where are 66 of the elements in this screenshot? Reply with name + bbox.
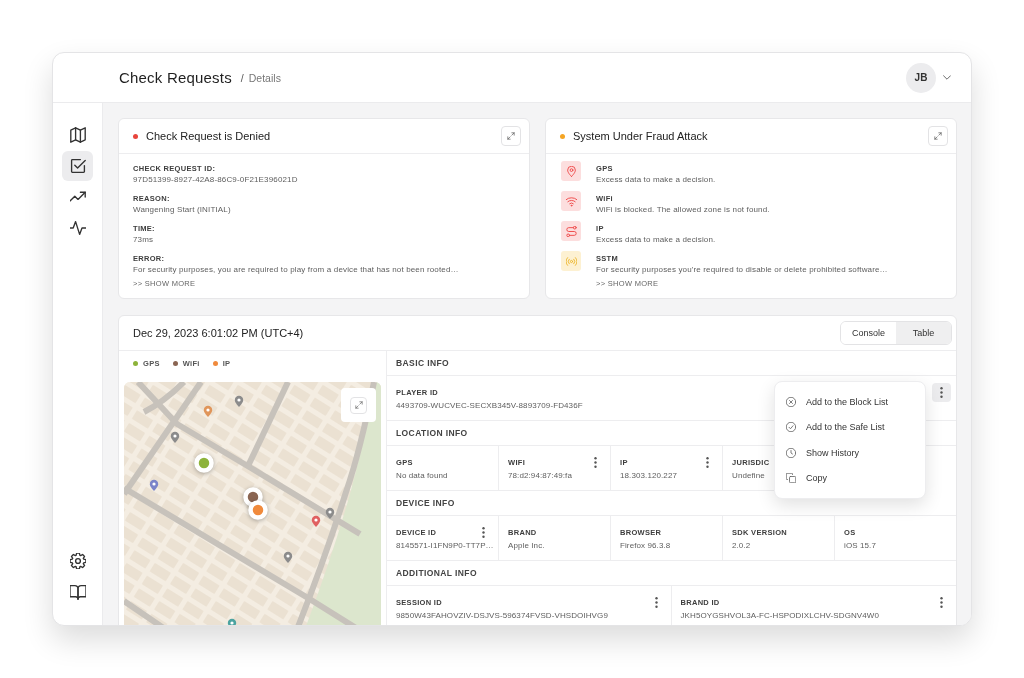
section-title: BASIC INFO [396,358,450,368]
map-pin-icon [283,551,293,563]
check-circle-icon [786,422,796,433]
map-pin-icon [325,507,335,519]
field-value: 73ms [133,234,154,245]
field-value: Undefine [732,470,765,481]
book-icon [69,584,86,600]
map-pin-icon [170,431,180,443]
pulse-icon [69,220,86,236]
menu-item[interactable]: Show History [775,440,925,466]
clock-icon [786,447,796,458]
breadcrumb-separator: / [240,71,244,84]
field-value: 4493709-WUCVEC-SECXB345V-8893709-FD436F [396,400,583,411]
field-value: Firefox 96.3.8 [620,540,671,551]
field-value: Wangening Start (INITIAL) [133,204,231,215]
field-value: 8145571-I1FN9P0-TT7P… [396,540,494,551]
more-icon [940,597,943,608]
menu-item[interactable]: Copy [775,465,925,491]
expand-icon [354,401,363,409]
expand-button[interactable] [928,126,948,146]
section-title: ADDITIONAL INFO [396,568,477,578]
nav-button[interactable] [62,151,93,181]
breadcrumb-item: Details [248,71,281,84]
section-title: LOCATION INFO [396,428,468,438]
field-value: 78:d2:94:87:49:fa [508,470,572,481]
section-title: DEVICE INFO [396,498,455,508]
more-icon [594,457,597,468]
more-icon [482,527,485,538]
map-pin-icon [234,395,244,407]
checkbox-icon [69,158,86,174]
field-value: JKH5OYGSHVOL3A-FC-HSPODIXLCHV-SDGNV4W0 [680,610,879,621]
map-pin-icon [203,405,213,417]
field-value: 2.0.2 [732,540,751,551]
alert-text: WiFi is blocked. The allowed zone is not found. [596,204,770,215]
expand-button[interactable] [501,126,521,146]
copy-icon [786,473,796,484]
field-value: iOS 15.7 [844,540,876,551]
field-value: No data found [396,470,448,481]
expand-icon [934,132,942,140]
card-title: System Under Fraud Attack [573,130,708,142]
field-value: 97D51399-8927-42A8-86C9-0F21E396021D [133,174,298,185]
timestamp: Dec 29, 2023 6:01:02 PM (UTC+4) [133,327,304,339]
user-avatar[interactable]: JB [906,62,936,93]
more-icon [654,597,658,608]
field-value: 18.303.120.227 [620,470,677,481]
map-icon [69,127,86,143]
field-value: For security purposes, you are required to play from a device that has not been rooted… [133,264,459,275]
menu-item[interactable]: Add to the Safe List [775,414,925,440]
chevron-down-icon[interactable] [943,75,951,80]
card-title: Check Request is Denied [146,130,271,142]
page-title: Check Requests [119,69,232,86]
more-button[interactable] [932,383,951,402]
settings-icon [69,553,86,569]
x-circle-icon [786,396,796,407]
alert-text: Excess data to make a decision. [596,234,716,245]
field-value: Apple Inc. [508,540,545,551]
expand-icon [507,132,515,140]
more-icon [706,457,709,468]
more-icon [940,387,943,398]
map-pin-icon [149,479,159,491]
field-value: 9850W43FAHOVZIV-DSJVS-596374FVSD-VHSDOIHVG9 [396,610,608,621]
alert-text: Excess data to make a decision. [596,174,716,185]
view-tab[interactable]: Table [896,322,951,344]
menu-item[interactable]: Add to the Block List [775,389,925,415]
alert-text: For security purposes you're required to disable or delete prohibited software… [596,264,888,275]
map-pin-icon [311,515,321,527]
